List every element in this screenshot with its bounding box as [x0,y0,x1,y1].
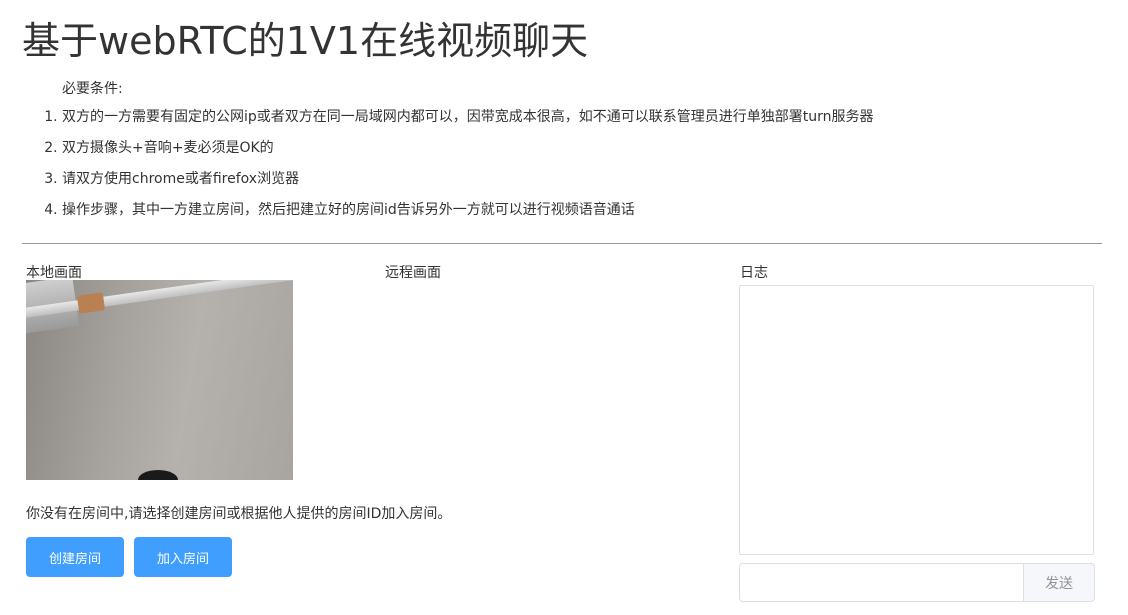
room-status-text: 你没有在房间中,请选择创建房间或根据他人提供的房间ID加入房间。 [26,506,452,522]
requirements-list: 双方的一方需要有固定的公网ip或者双方在同一局域网内都可以，因带宽成本很高，如不… [22,102,874,226]
video-scene-person [138,470,178,480]
video-scene-bracket [76,292,106,314]
remote-video-label: 远程画面 [385,265,441,281]
requirement-item: 双方的一方需要有固定的公网ip或者双方在同一局域网内都可以，因带宽成本很高，如不… [62,102,874,133]
send-button[interactable]: 发送 [1023,563,1095,602]
create-room-button[interactable]: 创建房间 [26,537,124,577]
log-label: 日志 [740,265,768,281]
section-divider [22,243,1102,244]
local-video [26,280,293,480]
local-video-label: 本地画面 [26,265,82,281]
requirement-item: 操作步骤，其中一方建立房间，然后把建立好的房间id告诉另外一方就可以进行视频语音… [62,195,874,226]
requirement-item: 请双方使用chrome或者firefox浏览器 [62,164,874,195]
log-panel[interactable] [739,285,1094,555]
page-title: 基于webRTC的1V1在线视频聊天 [22,19,589,63]
message-input[interactable] [739,563,1024,602]
join-room-button[interactable]: 加入房间 [134,537,232,577]
remote-video [385,280,685,480]
requirement-item: 双方摄像头+音响+麦必须是OK的 [62,133,874,164]
requirements-heading: 必要条件: [62,81,123,97]
